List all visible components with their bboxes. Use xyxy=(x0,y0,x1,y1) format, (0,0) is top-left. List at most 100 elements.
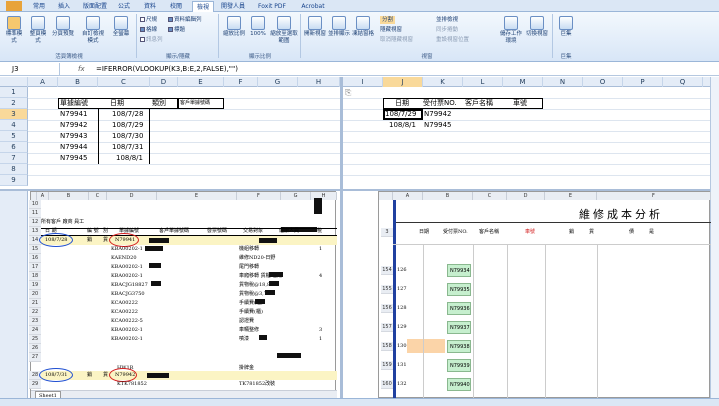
col-header[interactable]: H xyxy=(298,77,340,87)
cell[interactable]: 108/7/28 xyxy=(112,109,143,120)
tab-home[interactable]: 常用 xyxy=(28,1,50,12)
cell[interactable]: N79943 xyxy=(60,131,88,142)
normal-view-button[interactable]: 標準模式 xyxy=(4,16,24,45)
zoom-button[interactable]: 縮放比例 xyxy=(222,16,246,38)
cell[interactable]: 108/7/29 xyxy=(385,109,416,120)
name-box[interactable]: J3 xyxy=(0,63,60,76)
col-header[interactable]: I xyxy=(343,77,383,87)
col-header[interactable]: C xyxy=(98,77,150,87)
formula-input[interactable]: =IFERROR(VLOOKUP(K3,B:E,2,FALSE),"") xyxy=(96,63,238,76)
col-header[interactable]: F xyxy=(224,77,258,87)
header-cell[interactable]: 日期 xyxy=(395,98,409,109)
gridline xyxy=(343,131,710,132)
cell[interactable]: 108/7/30 xyxy=(112,131,143,142)
col-header[interactable]: O xyxy=(583,77,623,87)
zoom-group-label: 顯示比例 xyxy=(248,54,271,60)
cell[interactable]: 108/8/1 xyxy=(116,153,143,164)
col-header[interactable]: D xyxy=(150,77,178,87)
reset-position-button[interactable]: 重設視窗位置 xyxy=(436,36,469,44)
col-header[interactable]: P xyxy=(623,77,663,87)
macros-button[interactable]: 巨集 xyxy=(556,16,576,38)
image-row: 10 xyxy=(29,200,41,209)
row-header[interactable]: 7 xyxy=(0,153,28,164)
paste-options-icon[interactable]: ⎘ xyxy=(345,88,351,98)
headings-checkbox[interactable]: 標題 xyxy=(168,26,185,34)
col-header[interactable]: N xyxy=(543,77,583,87)
image-row: 12 xyxy=(29,218,41,227)
header-cell[interactable]: 車號 xyxy=(513,98,527,109)
col-header[interactable]: E xyxy=(178,77,224,87)
cell[interactable]: N79942 xyxy=(60,120,88,131)
switch-windows-button[interactable]: 切換視窗 xyxy=(526,16,548,38)
col-header[interactable]: Q xyxy=(663,77,703,87)
tab-data[interactable]: 資料 xyxy=(140,1,160,12)
tab-view[interactable]: 檢視 xyxy=(192,1,214,12)
left-pane: A B C D E F G H 1 2 3 4 5 6 7 8 9 單據編號 日… xyxy=(0,77,340,189)
custom-views-button[interactable]: 自訂檢視模式 xyxy=(80,16,106,45)
row-header[interactable]: 9 xyxy=(0,175,28,186)
freeze-panes-button[interactable]: 凍結窗格 xyxy=(352,16,374,38)
office-button[interactable] xyxy=(6,1,22,11)
cell[interactable]: N79945 xyxy=(60,153,88,164)
cell[interactable]: N79941 xyxy=(60,109,88,120)
formula-bar-checkbox[interactable]: 資料編輯列 xyxy=(168,16,202,24)
cell[interactable]: 108/8/1 xyxy=(389,120,416,131)
sync-scroll-button[interactable]: 同步捲動 xyxy=(436,26,458,34)
page-layout-view-button[interactable]: 整頁模式 xyxy=(28,16,48,45)
arrange-all-button[interactable]: 並排顯示 xyxy=(328,16,350,38)
new-window-button[interactable]: 開新視窗 xyxy=(304,16,326,38)
col-header[interactable]: K xyxy=(423,77,463,87)
header-cell[interactable]: 日期 xyxy=(110,98,124,109)
tab-foxit-pdf[interactable]: Foxit PDF xyxy=(254,1,290,12)
zoom-100-button[interactable]: 100% xyxy=(248,16,268,38)
row-header[interactable]: 3 xyxy=(0,109,28,120)
tab-developer[interactable]: 開發人員 xyxy=(218,1,248,12)
row-header[interactable]: 4 xyxy=(0,120,28,131)
save-workspace-button[interactable]: 儲存工作環境 xyxy=(498,16,524,45)
col-header[interactable]: M xyxy=(503,77,543,87)
full-screen-button[interactable]: 全螢幕 xyxy=(110,16,132,38)
cell[interactable]: N79944 xyxy=(60,142,88,153)
page-break-preview-button[interactable]: 分頁預覽 xyxy=(52,16,74,38)
tab-page-layout[interactable]: 版面配置 xyxy=(80,1,110,12)
tab-insert[interactable]: 插入 xyxy=(54,1,74,12)
select-all-corner[interactable] xyxy=(0,77,28,87)
row-header[interactable]: 5 xyxy=(0,131,28,142)
zoom-selection-button[interactable]: 縮放至選取範圍 xyxy=(270,16,298,45)
header-cell[interactable]: 受付票NO. xyxy=(423,98,457,109)
right-pane: I J K L M N O P Q ⎘ 日期 受付票NO. 客戶名稱 車號 10… xyxy=(343,77,710,189)
row-header[interactable]: 8 xyxy=(0,164,28,175)
col-header[interactable]: J xyxy=(383,77,423,87)
message-bar-checkbox[interactable]: 訊息列 xyxy=(140,36,163,44)
split-button[interactable]: 分割 xyxy=(380,16,396,24)
col-header[interactable]: B xyxy=(58,77,98,87)
tab-review[interactable]: 校閱 xyxy=(166,1,186,12)
header-cell[interactable]: 客戶名稱 xyxy=(465,98,493,109)
row-header[interactable]: 6 xyxy=(0,142,28,153)
checkbox-icon xyxy=(168,17,173,22)
side-by-side-button[interactable]: 並排檢視 xyxy=(436,16,458,24)
row-header[interactable]: 1 xyxy=(0,87,28,98)
checkbox-icon xyxy=(140,17,145,22)
hide-window-button[interactable]: 隱藏視窗 xyxy=(380,26,402,34)
header-cell[interactable]: 客戶單據號碼 xyxy=(180,98,210,109)
vertical-scrollbar[interactable] xyxy=(710,77,719,398)
unhide-window-button[interactable]: 取消隱藏視窗 xyxy=(380,36,413,44)
cell[interactable]: 108/7/31 xyxy=(112,142,143,153)
row-header[interactable]: 2 xyxy=(0,98,28,109)
cell[interactable]: N79945 xyxy=(424,120,452,131)
ribbon-separator xyxy=(218,14,219,58)
image-cell: 129 xyxy=(397,324,407,330)
tab-formulas[interactable]: 公式 xyxy=(114,1,134,12)
fx-icon[interactable]: fx xyxy=(78,63,85,76)
gridlines-checkbox[interactable]: 格線 xyxy=(140,26,157,34)
col-header[interactable]: G xyxy=(258,77,298,87)
header-cell[interactable]: 單據編號 xyxy=(60,98,88,109)
cell[interactable]: N79942 xyxy=(424,109,452,120)
tab-acrobat[interactable]: Acrobat xyxy=(298,1,328,12)
col-header[interactable]: A xyxy=(28,77,58,87)
col-header[interactable]: L xyxy=(463,77,503,87)
ruler-checkbox[interactable]: 尺規 xyxy=(140,16,157,24)
header-cell[interactable]: 類別 xyxy=(152,98,166,109)
cell[interactable]: 108/7/29 xyxy=(112,120,143,131)
